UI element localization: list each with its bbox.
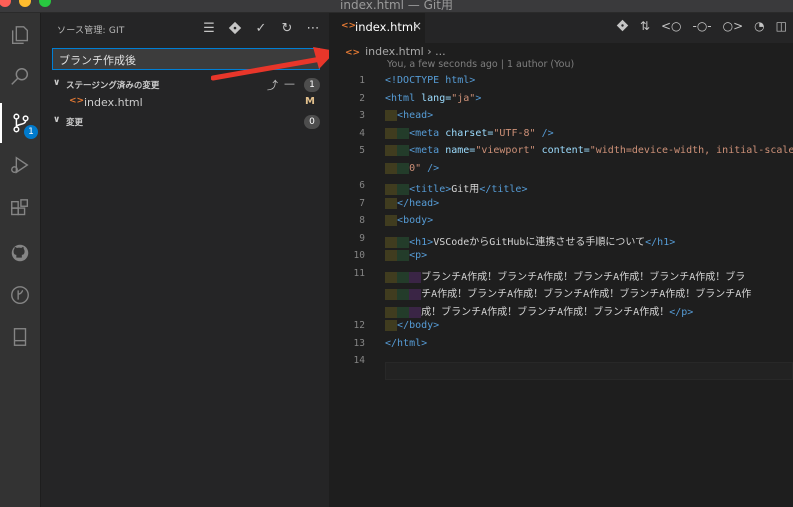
code-line-wrap[interactable]: チA作成！ブランチA作成！ブランチA作成！ブランチA作成！ブランチA作 <box>385 285 751 300</box>
git-icon[interactable] <box>227 20 243 36</box>
revision-icon[interactable]: -○- <box>693 19 712 35</box>
html-file-icon: <> <box>69 96 85 106</box>
github-icon[interactable] <box>0 233 40 273</box>
code-line[interactable]: <!DOCTYPE html> <box>385 75 475 86</box>
search-icon[interactable] <box>0 57 40 97</box>
line-number: 4 <box>359 128 365 139</box>
source-control-panel: ソース管理: GIT ☰ ✓ ↻ ⋯ ブランチ作成後 ∨ ステージング済みの変更… <box>41 13 336 507</box>
breadcrumb-file: index.html <box>365 45 424 58</box>
code-line[interactable]: <p> <box>385 250 427 261</box>
changes-group[interactable]: ∨ 変更 0 <box>41 113 329 131</box>
blame-annotation: You, a few seconds ago | 1 author (You) <box>387 59 575 70</box>
extensions-icon[interactable] <box>0 189 40 229</box>
line-number: 6 <box>359 180 365 191</box>
activity-bar: 1 <box>0 13 40 507</box>
html-file-icon: <> <box>345 48 361 58</box>
line-number: 2 <box>359 93 365 104</box>
editor-toolbar: ⇅ <○ -○- ○> ◔ ◫ <box>616 19 787 35</box>
changes-count-badge: 0 <box>304 115 320 129</box>
code-line[interactable]: <body> <box>385 215 433 226</box>
timeline-icon[interactable]: ◔ <box>754 19 764 35</box>
line-number: 13 <box>353 338 365 349</box>
file-name: index.html <box>84 96 143 109</box>
next-revision-icon[interactable]: ○> <box>723 19 744 35</box>
git-icon[interactable] <box>616 19 629 35</box>
source-control-icon[interactable]: 1 <box>0 103 40 143</box>
line-number: 3 <box>359 110 365 121</box>
panel-header: ソース管理: GIT ☰ ✓ ↻ ⋯ <box>41 13 329 45</box>
run-debug-icon[interactable] <box>0 145 40 185</box>
tab-label: index.html <box>355 20 417 34</box>
window-title: index.html — Git用 <box>340 0 453 12</box>
panel-toolbar: ☰ ✓ ↻ ⋯ <box>201 20 321 36</box>
close-tab-icon[interactable]: × <box>412 19 422 33</box>
code-line-wrap[interactable]: 0" /> <box>385 163 439 174</box>
commit-check-icon[interactable]: ✓ <box>253 20 269 36</box>
breadcrumb-rest: ... <box>435 45 446 58</box>
html-file-icon: <> <box>341 21 357 31</box>
explorer-icon[interactable] <box>0 15 40 55</box>
code-line-wrap[interactable]: 成！ブランチA作成！ブランチA作成！ブランチA作成！</p> <box>385 303 693 318</box>
compare-changes-icon[interactable]: ⇅ <box>640 19 650 35</box>
current-line-highlight <box>385 362 793 380</box>
editor-area: <> index.html × ⇅ <○ -○- ○> ◔ ◫ <> index.… <box>329 13 793 507</box>
line-number: 11 <box>353 268 365 279</box>
view-as-list-icon[interactable]: ☰ <box>201 20 217 36</box>
code-line[interactable]: <meta name="viewport" content="width=dev… <box>385 145 793 156</box>
panel-title: ソース管理: GIT <box>57 26 125 36</box>
scm-badge: 1 <box>24 125 38 139</box>
staged-changes-label: ステージング済みの変更 <box>66 81 160 91</box>
code-line[interactable]: <title>Git用</title> <box>385 180 527 195</box>
code-line[interactable]: </html> <box>385 338 427 349</box>
line-number: 7 <box>359 198 365 209</box>
more-actions-icon[interactable]: ⋯ <box>305 20 321 36</box>
line-number: 10 <box>353 250 365 261</box>
code-line[interactable]: </head> <box>385 198 439 209</box>
split-editor-icon[interactable]: ◫ <box>776 19 787 35</box>
code-line[interactable]: ブランチA作成！ブランチA作成！ブランチA作成！ブランチA作成！ブラ <box>385 268 745 283</box>
chevron-down-icon: ∨ <box>53 78 61 88</box>
line-number: 1 <box>359 75 365 86</box>
chevron-down-icon: ∨ <box>53 115 61 125</box>
refresh-icon[interactable]: ↻ <box>279 20 295 36</box>
tab-index-html[interactable]: <> index.html × <box>329 13 425 43</box>
code-line[interactable]: <head> <box>385 110 433 121</box>
staged-file-item[interactable]: <> index.html M <box>41 94 329 112</box>
code-line[interactable]: <h1>VSCodeからGitHubに連携させる手順について</h1> <box>385 233 675 248</box>
previous-revision-icon[interactable]: <○ <box>661 19 682 35</box>
line-number: 8 <box>359 215 365 226</box>
code-line[interactable]: </body> <box>385 320 439 331</box>
breadcrumb[interactable]: <> index.html › ... <box>345 45 446 58</box>
file-status: M <box>305 96 315 107</box>
code-line[interactable]: <html lang="ja"> <box>385 93 481 104</box>
line-number: 5 <box>359 145 365 156</box>
book-icon[interactable] <box>0 317 40 357</box>
git-graph-icon[interactable] <box>0 275 40 315</box>
code-line[interactable]: <meta charset="UTF-8" /> <box>385 128 554 139</box>
title-bar: index.html — Git用 <box>0 0 793 13</box>
line-number: 12 <box>353 320 365 331</box>
changes-label: 変更 <box>66 118 84 128</box>
line-number: 14 <box>353 355 365 366</box>
tab-bar: <> index.html × ⇅ <○ -○- ○> ◔ ◫ <box>329 13 793 43</box>
line-number: 9 <box>359 233 365 244</box>
